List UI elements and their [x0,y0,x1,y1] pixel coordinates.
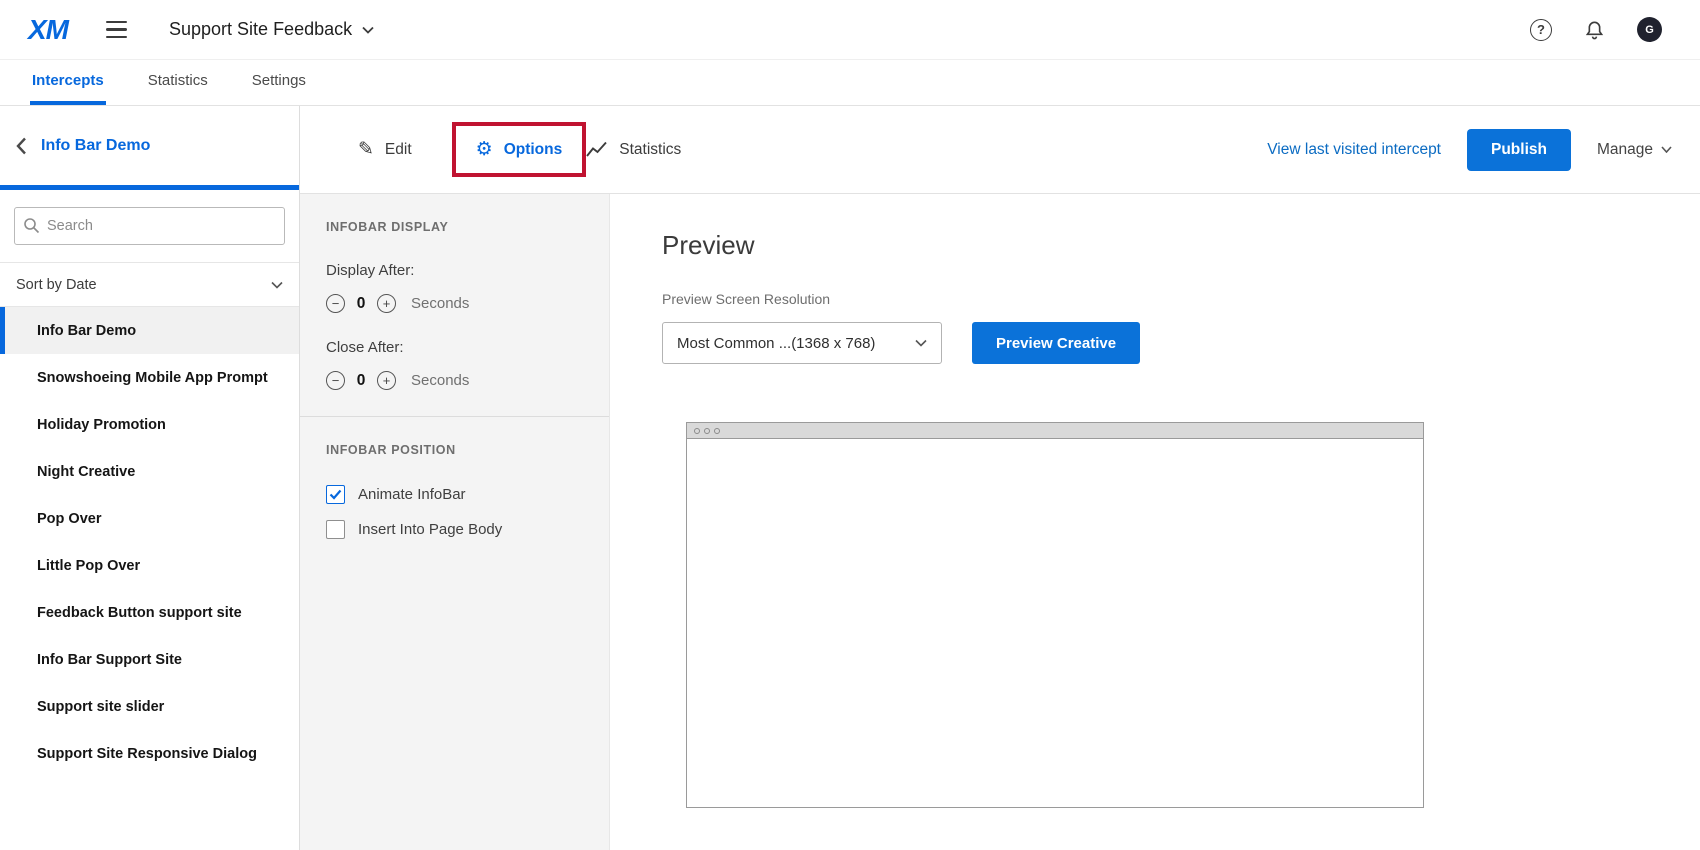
close-after-value: 0 [356,372,366,390]
intercept-toolbar: ✎ Edit ⚙ Options Statistics View last vi… [300,106,1700,194]
search-icon [23,217,40,234]
resolution-select[interactable]: Most Common ...(1368 x 768) [662,322,942,364]
options-label: Options [504,141,563,159]
sort-label: Sort by Date [16,277,97,293]
chevron-down-icon [271,281,283,289]
infobar-display-heading: INFOBAR DISPLAY [326,220,583,234]
list-item[interactable]: Info Bar Demo [0,307,299,354]
insert-into-page-body-checkbox-row[interactable]: Insert Into Page Body [326,520,583,539]
manage-dropdown[interactable]: Manage [1597,141,1672,159]
animate-infobar-checkbox-row[interactable]: Animate InfoBar [326,485,583,504]
sort-dropdown[interactable]: Sort by Date [0,262,299,307]
list-item[interactable]: Snowshoeing Mobile App Prompt [0,354,299,401]
list-item[interactable]: Support site slider [0,683,299,730]
help-icon[interactable]: ? [1530,19,1552,41]
chevron-down-icon [915,339,927,347]
display-after-value: 0 [356,295,366,313]
list-item[interactable]: Holiday Promotion [0,401,299,448]
browser-preview-frame [686,422,1424,808]
publish-button[interactable]: Publish [1467,129,1571,171]
tab-intercepts[interactable]: Intercepts [30,60,106,105]
toolbar-right: View last visited intercept Publish Mana… [1267,129,1672,171]
project-tabs: Intercepts Statistics Settings [0,60,1700,106]
list-item[interactable]: Pop Over [0,495,299,542]
seconds-label: Seconds [411,295,469,312]
list-item[interactable]: Little Pop Over [0,542,299,589]
help-glyph: ? [1537,22,1545,37]
content-root: Info Bar Demo Sort by Date Info Bar Demo… [0,106,1700,850]
checkbox-checked-icon[interactable] [326,485,345,504]
tab-statistics[interactable]: Statistics [146,60,210,105]
topbar-actions: ? G [1530,17,1662,42]
search-input[interactable] [14,207,285,245]
tab-settings[interactable]: Settings [250,60,308,105]
options-panel: INFOBAR DISPLAY Display After: − 0 + Sec… [300,194,610,850]
resolution-value: Most Common ...(1368 x 768) [677,335,875,352]
work-row: INFOBAR DISPLAY Display After: − 0 + Sec… [300,194,1700,850]
manage-label: Manage [1597,141,1653,159]
preview-creative-button[interactable]: Preview Creative [972,322,1140,364]
options-button-annotated[interactable]: ⚙ Options [452,122,587,177]
current-intercept-name[interactable]: Info Bar Demo [41,137,150,155]
view-last-intercept-link[interactable]: View last visited intercept [1267,141,1441,159]
browser-chrome-bar [687,423,1423,439]
window-dot-icon [714,428,720,434]
display-after-stepper: − 0 + Seconds [326,294,583,313]
decrement-button[interactable]: − [326,294,345,313]
increment-button[interactable]: + [377,294,396,313]
search-area [0,190,299,262]
list-item[interactable]: Support Site Responsive Dialog [0,730,299,777]
preview-heading: Preview [662,230,1700,261]
sidebar-header: Info Bar Demo [0,106,299,190]
list-item[interactable]: Info Bar Support Site [0,636,299,683]
top-bar: XM Support Site Feedback ? G [0,0,1700,60]
project-title: Support Site Feedback [169,19,352,40]
intercepts-sidebar: Info Bar Demo Sort by Date Info Bar Demo… [0,106,300,850]
chevron-down-icon [362,26,374,34]
resolution-label: Preview Screen Resolution [662,291,1700,307]
list-item[interactable]: Night Creative [0,448,299,495]
animate-infobar-label: Animate InfoBar [358,486,466,503]
gear-icon: ⚙ [476,138,493,161]
chevron-down-icon [1661,146,1672,153]
window-dot-icon [694,428,700,434]
close-after-stepper: − 0 + Seconds [326,371,583,390]
intercept-list: Info Bar Demo Snowshoeing Mobile App Pro… [0,307,299,850]
xm-logo: XM [28,14,68,46]
stats-line-icon [586,141,608,158]
panel-divider [300,416,609,417]
checkbox-unchecked-icon[interactable] [326,520,345,539]
preview-pane: Preview Preview Screen Resolution Most C… [610,194,1700,850]
decrement-button[interactable]: − [326,371,345,390]
hamburger-menu-icon[interactable] [102,17,131,43]
back-chevron-icon[interactable] [16,137,27,155]
increment-button[interactable]: + [377,371,396,390]
window-dot-icon [704,428,710,434]
project-title-dropdown[interactable]: Support Site Feedback [169,19,374,40]
seconds-label: Seconds [411,372,469,389]
close-after-label: Close After: [326,339,583,356]
list-item[interactable]: Feedback Button support site [0,589,299,636]
infobar-position-heading: INFOBAR POSITION [326,443,583,457]
notifications-bell-icon[interactable] [1584,19,1605,41]
user-avatar[interactable]: G [1637,17,1662,42]
statistics-label: Statistics [619,141,681,159]
preview-controls: Most Common ...(1368 x 768) Preview Crea… [662,322,1700,364]
insert-into-page-body-label: Insert Into Page Body [358,521,502,538]
statistics-button[interactable]: Statistics [586,141,681,159]
edit-button[interactable]: ✎ Edit [358,138,412,161]
edit-label: Edit [385,141,412,159]
main-area: ✎ Edit ⚙ Options Statistics View last vi… [300,106,1700,850]
display-after-label: Display After: [326,262,583,279]
pencil-icon: ✎ [358,138,374,161]
